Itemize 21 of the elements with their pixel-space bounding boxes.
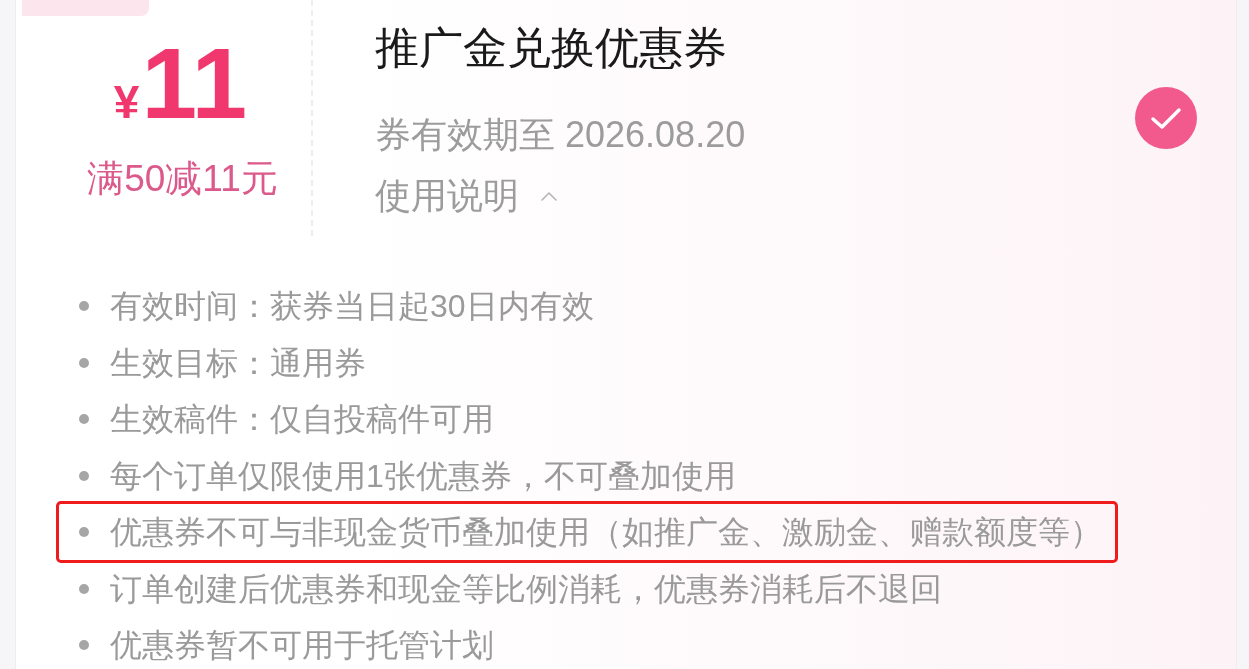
bullet-icon — [79, 470, 89, 481]
bullet-icon — [79, 583, 89, 594]
validity-date: 券有效期至 2026.08.20 — [375, 112, 746, 156]
check-icon[interactable] — [1135, 87, 1197, 149]
rule-text: 优惠券暂不可用于托管计划 — [110, 626, 494, 665]
bullet-icon — [79, 301, 89, 312]
coupon-condition: 满50减11元 — [86, 157, 279, 201]
coupon-amount: 11 — [141, 33, 248, 133]
bullet-icon — [79, 357, 89, 368]
rule-text: 优惠券不可与非现金货币叠加使用（如推广金、激励金、赠款额度等） — [110, 513, 1102, 552]
usage-toggle[interactable]: 使用说明 — [375, 174, 557, 218]
bullet-icon — [79, 414, 89, 425]
rule-text: 有效时间：获券当日起30日内有效 — [110, 287, 594, 326]
coupon-title: 推广金兑换优惠券 — [375, 22, 727, 74]
bullet-icon — [79, 640, 89, 651]
rule-text: 生效稿件：仅自投稿件可用 — [110, 400, 494, 439]
currency-symbol: ¥ — [113, 79, 140, 125]
rule-text: 生效目标：通用券 — [110, 343, 366, 382]
bullet-icon — [79, 527, 89, 538]
rule-text: 每个订单仅限使用1张优惠券，不可叠加使用 — [110, 456, 736, 495]
rule-text: 订单创建后优惠券和现金等比例消耗，优惠券消耗后不退回 — [110, 569, 942, 608]
